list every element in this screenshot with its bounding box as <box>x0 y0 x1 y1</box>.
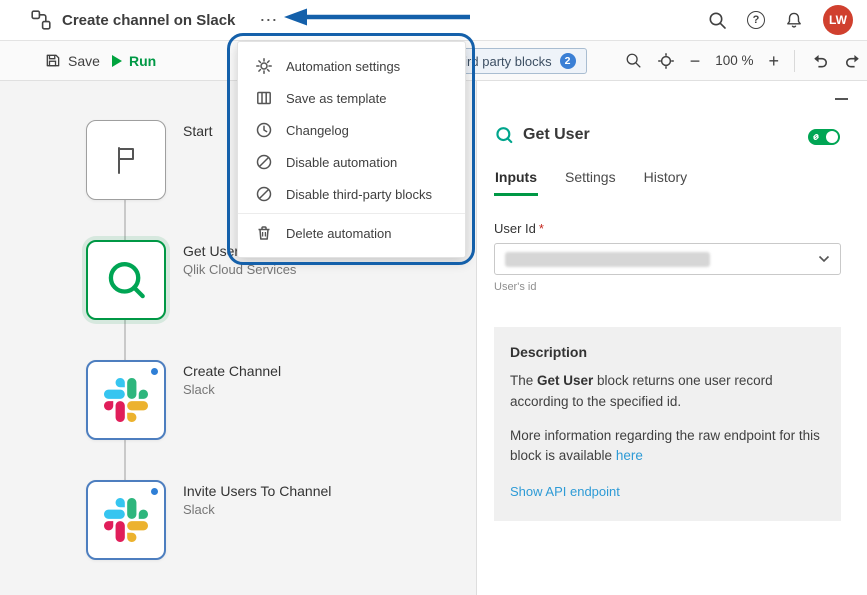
block-label-start: Start <box>183 123 213 139</box>
description-box: Description The Get User block returns o… <box>494 327 841 521</box>
disable-icon <box>255 153 273 171</box>
chevron-down-icon[interactable] <box>818 255 830 263</box>
run-play-icon <box>112 55 122 67</box>
description-more: More information regarding the raw endpo… <box>510 426 825 468</box>
toolbar-divider <box>794 50 795 72</box>
help-icon[interactable]: ? <box>747 11 765 29</box>
description-heading: Description <box>510 342 825 364</box>
redacted-value <box>505 252 710 267</box>
topbar: Create channel on Slack ⋯ ? LW <box>0 0 867 41</box>
canvas-controls: − 100 % + <box>625 41 867 80</box>
block-label-create-channel: Create Channel Slack <box>183 363 281 397</box>
disable-icon <box>255 185 273 203</box>
zoom-in-button[interactable]: + <box>768 52 779 70</box>
user-id-help: User's id <box>494 281 536 293</box>
menu-item-changelog[interactable]: Changelog <box>238 114 465 146</box>
options-dropdown-menu: Automation settings Save as template Cha… <box>237 41 466 258</box>
redo-button[interactable] <box>844 51 863 70</box>
menu-item-automation-settings[interactable]: Automation settings <box>238 50 465 82</box>
block-create-channel[interactable] <box>86 360 166 440</box>
show-api-endpoint-link[interactable]: Show API endpoint <box>510 482 620 502</box>
avatar[interactable]: LW <box>823 5 853 35</box>
third-party-dot <box>151 488 158 495</box>
minimize-panel-button[interactable] <box>835 93 850 105</box>
flag-icon <box>108 142 144 178</box>
save-label: Save <box>68 53 100 69</box>
run-label: Run <box>129 53 156 69</box>
block-config-panel: Get User Inputs Settings History User Id… <box>476 81 867 595</box>
menu-item-disable-automation[interactable]: Disable automation <box>238 146 465 178</box>
search-icon[interactable] <box>708 11 727 30</box>
required-mark: * <box>539 221 544 236</box>
tab-inputs[interactable]: Inputs <box>494 169 538 196</box>
panel-tabs: Inputs Settings History <box>494 169 688 196</box>
toggle-knob <box>826 131 838 143</box>
more-options-button[interactable]: ⋯ <box>259 11 279 29</box>
qlik-q-icon <box>494 125 514 145</box>
topbar-left: Create channel on Slack ⋯ <box>0 9 279 31</box>
canvas-search-icon[interactable] <box>625 52 642 69</box>
description-body: The Get User block returns one user reco… <box>510 371 825 413</box>
slack-icon <box>104 378 148 422</box>
here-link[interactable]: here <box>616 448 643 463</box>
template-icon <box>255 89 273 107</box>
zoom-out-button[interactable]: − <box>690 52 701 70</box>
app-window: Create channel on Slack ⋯ ? LW Save Ru <box>0 0 867 595</box>
linked-enabled-toggle[interactable] <box>808 129 840 145</box>
qlik-q-icon <box>103 257 149 303</box>
trash-icon <box>255 224 273 242</box>
undo-button[interactable] <box>810 51 829 70</box>
panel-block-title: Get User <box>523 126 590 144</box>
block-get-user[interactable] <box>86 240 166 320</box>
slack-icon <box>104 498 148 542</box>
tab-history[interactable]: History <box>643 169 689 196</box>
center-view-icon[interactable] <box>657 52 675 70</box>
menu-item-delete-automation[interactable]: Delete automation <box>238 217 465 249</box>
block-invite-users[interactable] <box>86 480 166 560</box>
notifications-bell-icon[interactable] <box>785 11 803 29</box>
menu-divider <box>238 213 465 214</box>
block-label-invite-users: Invite Users To Channel Slack <box>183 483 331 517</box>
automation-flow-icon <box>30 9 52 31</box>
menu-item-save-as-template[interactable]: Save as template <box>238 82 465 114</box>
tab-settings[interactable]: Settings <box>564 169 617 196</box>
user-id-label: User Id* <box>494 221 544 236</box>
third-party-dot <box>151 368 158 375</box>
third-party-blocks-badge: 2 <box>560 53 576 69</box>
save-icon <box>44 52 61 69</box>
menu-item-disable-third-party[interactable]: Disable third-party blocks <box>238 178 465 210</box>
run-button[interactable]: Run <box>112 41 156 80</box>
topbar-right: ? LW <box>708 5 867 35</box>
panel-header: Get User <box>494 125 590 145</box>
zoom-level: 100 % <box>715 53 753 68</box>
history-clock-icon <box>255 121 273 139</box>
page-title: Create channel on Slack <box>62 12 235 29</box>
gear-icon <box>255 57 273 75</box>
block-start[interactable] <box>86 120 166 200</box>
user-id-input[interactable] <box>494 243 841 275</box>
link-icon <box>811 132 821 142</box>
save-button[interactable]: Save <box>44 41 100 80</box>
